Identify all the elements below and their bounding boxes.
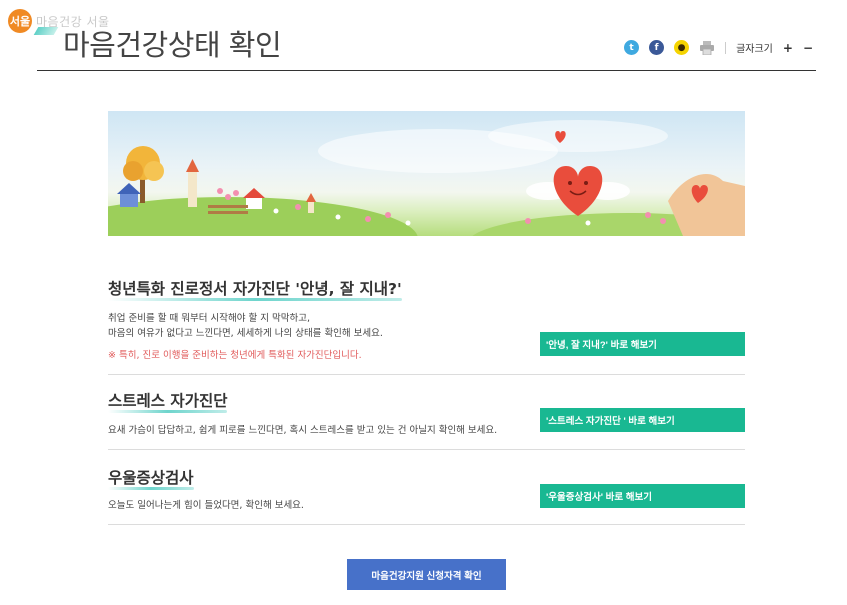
section-divider (108, 449, 745, 450)
section-title-text: 청년특화 진로정서 자가진단 '안녕, 잘 지내?' (108, 280, 402, 298)
font-decrease-button[interactable]: − (803, 41, 813, 55)
stress-check-start-button[interactable]: '스트레스 자가진단 ' 바로 해보기 (540, 408, 745, 432)
seoul-logo-icon: 서울 (8, 9, 32, 33)
section-title-text: 우울증상검사 (108, 469, 194, 487)
section-career-check: 청년특화 진로정서 자가진단 '안녕, 잘 지내?' 취업 준비를 할 때 뭐부… (108, 277, 745, 361)
section-title-text: 스트레스 자가진단 (108, 392, 228, 410)
depression-check-start-button[interactable]: '우울증상검사' 바로 해보기 (540, 484, 745, 508)
title-underline (108, 487, 194, 490)
eligibility-check-button[interactable]: 마음건강지원 신청자격 확인 (347, 559, 506, 590)
title-accent-decoration (33, 27, 59, 35)
section-divider (108, 374, 745, 375)
section-divider (108, 524, 745, 525)
twitter-icon[interactable]: t (624, 40, 640, 55)
section-depression-check: 우울증상검사 오늘도 일어나는게 힘이 들었다면, 확인해 보세요. '우울증상… (108, 466, 745, 513)
toolbar: t f ● 글자크기 + − (624, 40, 813, 55)
section-title: 우울증상검사 (108, 466, 194, 490)
section-description-line: 취업 준비를 할 때 뭐부터 시작해야 할 지 막막하고, (108, 313, 310, 324)
font-size-label: 글자크기 (736, 44, 773, 55)
career-check-start-button[interactable]: '안녕, 잘 지내?' 바로 해보기 (540, 332, 745, 356)
title-underline (108, 298, 402, 301)
section-stress-check: 스트레스 자가진단 요새 가슴이 답답하고, 쉽게 피로를 느낀다면, 혹시 스… (108, 389, 745, 438)
title-underline (108, 410, 228, 413)
banner-image (108, 111, 745, 236)
page-title: 마음건강상태 확인 (63, 28, 282, 62)
section-title: 청년특화 진로정서 자가진단 '안녕, 잘 지내?' (108, 277, 402, 301)
font-increase-button[interactable]: + (783, 41, 793, 55)
toolbar-separator (725, 41, 727, 54)
facebook-icon[interactable]: f (649, 40, 665, 55)
print-icon[interactable] (699, 40, 715, 55)
header-divider (37, 70, 816, 71)
kakaotalk-icon[interactable]: ● (674, 40, 690, 55)
section-title: 스트레스 자가진단 (108, 389, 228, 413)
